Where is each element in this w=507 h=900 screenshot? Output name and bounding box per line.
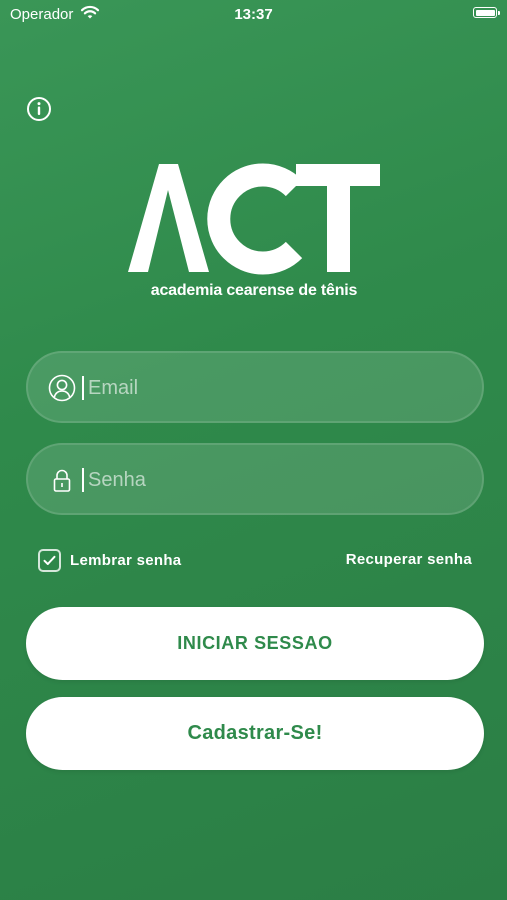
checkmark-icon <box>43 555 56 565</box>
text-caret <box>82 468 84 492</box>
email-input[interactable] <box>88 369 468 407</box>
clock: 13:37 <box>234 6 273 23</box>
logo-tagline: academia cearense de tênis <box>150 282 358 299</box>
status-bar: Operador 13:37 <box>0 0 507 30</box>
email-field[interactable] <box>26 351 484 423</box>
act-logo <box>128 163 380 275</box>
lock-icon <box>53 469 71 492</box>
login-screen: Operador 13:37 academia cearense de têni… <box>0 0 507 900</box>
text-caret <box>82 376 84 400</box>
remember-password-toggle[interactable]: Lembrar senha <box>38 547 181 573</box>
user-icon <box>48 374 76 402</box>
password-input[interactable] <box>88 461 468 499</box>
battery-icon <box>473 7 500 18</box>
remember-checkbox[interactable] <box>38 548 61 572</box>
signup-button[interactable]: Cadastrar-Se! <box>26 697 484 770</box>
recover-password-link[interactable]: Recuperar senha <box>346 551 472 568</box>
login-button[interactable]: INICIAR SESSAO <box>26 607 484 680</box>
info-icon[interactable] <box>26 96 52 122</box>
password-field[interactable] <box>26 443 484 515</box>
remember-label: Lembrar senha <box>70 551 182 569</box>
